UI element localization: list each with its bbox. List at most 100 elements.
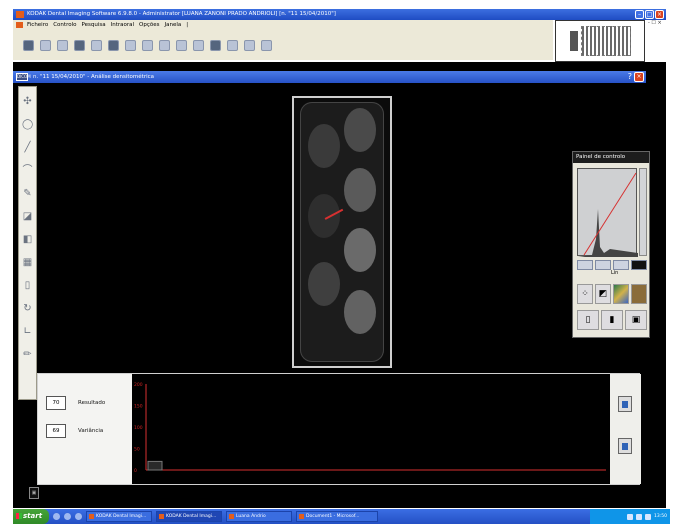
menu-item-ficheiro[interactable]: Ficheiro bbox=[27, 20, 48, 30]
control-panel-scrollbar[interactable] bbox=[639, 168, 647, 256]
graph-bar[interactable] bbox=[147, 460, 163, 471]
logo-badge-icon bbox=[580, 26, 631, 56]
menu-item-opcoes[interactable]: Opções bbox=[139, 20, 159, 30]
eraser-icon[interactable]: ▯ bbox=[22, 279, 33, 292]
ruler-icon[interactable]: ⌒ bbox=[22, 164, 33, 177]
layout-icon[interactable] bbox=[57, 39, 68, 51]
view-mode-2-icon[interactable]: ▮ bbox=[601, 310, 623, 330]
color-picker-icon[interactable]: ◧ bbox=[22, 233, 33, 246]
print-icon[interactable] bbox=[125, 39, 136, 51]
result-value: 70 bbox=[46, 396, 66, 410]
view-mode-3-icon[interactable]: ▣ bbox=[625, 310, 647, 330]
external-window-controls[interactable]: - ☐ × bbox=[648, 20, 668, 34]
brush-icon[interactable]: ╱ bbox=[22, 141, 33, 154]
angle-icon[interactable]: ∟ bbox=[22, 325, 33, 338]
logo-seal-icon bbox=[569, 31, 578, 51]
scanner-icon[interactable] bbox=[74, 39, 85, 51]
density-graph-svg: 200 150 100 50 0 bbox=[134, 382, 606, 474]
menu-item-controlo[interactable]: Controlo bbox=[53, 20, 76, 30]
quicklaunch-desktop-icon[interactable] bbox=[75, 513, 82, 520]
graph-y-tick-label: 200 bbox=[134, 382, 143, 388]
tray-network-icon[interactable] bbox=[627, 513, 634, 520]
home-icon[interactable] bbox=[108, 39, 119, 51]
taskbar-task[interactable]: Luana Andrio bbox=[226, 511, 292, 522]
density-disc[interactable] bbox=[308, 194, 340, 238]
slot4-icon[interactable] bbox=[193, 39, 204, 51]
taskbar-task[interactable]: KODAK Dental Imagi... bbox=[86, 511, 152, 522]
lut-buttons-row bbox=[577, 260, 647, 270]
export-button[interactable] bbox=[618, 396, 632, 412]
density-disc[interactable] bbox=[308, 262, 340, 306]
slot1-icon[interactable] bbox=[142, 39, 153, 51]
grid-icon[interactable]: ▦ bbox=[22, 256, 33, 269]
sync-icon[interactable] bbox=[40, 39, 51, 51]
histogram[interactable] bbox=[577, 168, 638, 257]
menu-item-janela[interactable]: Janela bbox=[164, 20, 181, 30]
lut-curve[interactable] bbox=[583, 172, 637, 256]
window-toggle-button[interactable]: ▣ bbox=[29, 487, 39, 499]
xray-image[interactable] bbox=[292, 96, 392, 368]
clinic-logo bbox=[555, 20, 645, 62]
quicklaunch-browser-icon[interactable] bbox=[53, 513, 60, 520]
stack-icon[interactable] bbox=[91, 39, 102, 51]
dicom-icon: DICOM bbox=[16, 73, 31, 81]
menu-item-intraoral[interactable]: Intraoral bbox=[111, 20, 134, 30]
sharpen-icon[interactable]: ⁘ bbox=[577, 284, 593, 304]
maximize-button[interactable]: □ bbox=[645, 10, 654, 19]
view-mode-1-icon[interactable]: ▯ bbox=[577, 310, 599, 330]
lut-button[interactable] bbox=[613, 260, 629, 270]
lut-button[interactable] bbox=[631, 260, 647, 270]
menu-item-pesquisa[interactable]: Pesquisa bbox=[81, 20, 105, 30]
filter-buttons-row: ⁘ ◩ bbox=[577, 284, 647, 304]
quicklaunch-media-icon[interactable] bbox=[64, 513, 71, 520]
start-button[interactable]: start bbox=[13, 509, 49, 524]
slot3-icon[interactable] bbox=[176, 39, 187, 51]
help-button[interactable]: ? bbox=[628, 72, 632, 82]
tray-volume-icon[interactable] bbox=[636, 513, 643, 520]
density-disc[interactable] bbox=[344, 168, 376, 212]
variance-label: Variância bbox=[78, 428, 104, 434]
pencil-icon[interactable]: ✏ bbox=[22, 348, 33, 361]
density-disc[interactable] bbox=[344, 108, 376, 152]
texture-icon[interactable] bbox=[631, 284, 647, 304]
left-toolbar: ✣ ◯ ╱ ⌒ ✎ ◪ ◧ ▦ ▯ ↻ ∟ ✏ bbox=[18, 86, 37, 400]
lut-button[interactable] bbox=[577, 260, 593, 270]
taskbar-task-active[interactable]: KODAK Dental Imagi... bbox=[156, 511, 222, 522]
graph-y-tick-label: 100 bbox=[134, 425, 143, 431]
open-icon[interactable] bbox=[23, 39, 34, 51]
contrast-icon[interactable]: ◩ bbox=[595, 284, 611, 304]
graph-y-tick-label: 150 bbox=[134, 404, 143, 410]
rotate-icon[interactable]: ↻ bbox=[22, 302, 33, 315]
pin2-icon[interactable] bbox=[244, 39, 255, 51]
menu-bar: Ficheiro Controlo Pesquisa Intraoral Opç… bbox=[13, 20, 553, 30]
pin-icon[interactable] bbox=[227, 39, 238, 51]
graph-y-tick-label: 0 bbox=[134, 468, 137, 474]
control-panel: Painel de controlo Lin ⁘ ◩ ▯ ▮ ▣ bbox=[572, 151, 650, 338]
density-disc[interactable] bbox=[308, 124, 340, 168]
child-close-button[interactable]: × bbox=[634, 72, 644, 82]
pen-icon[interactable]: ✎ bbox=[22, 187, 33, 200]
palette-icon[interactable] bbox=[613, 284, 629, 304]
pan-icon[interactable]: ✣ bbox=[22, 95, 33, 108]
child-window-title-bar[interactable]: DICOM n. "11 15/04/2010" - Análise densi… bbox=[13, 71, 646, 83]
window-icon[interactable] bbox=[261, 39, 272, 51]
graph-y-tick-label: 50 bbox=[134, 447, 140, 453]
disk-icon[interactable] bbox=[210, 39, 221, 51]
document-icon bbox=[16, 22, 23, 28]
histogram-svg bbox=[578, 172, 638, 257]
slot2-icon[interactable] bbox=[159, 39, 170, 51]
app-title-bar[interactable]: KODAK Dental Imaging Software 6.9.8.0 - … bbox=[13, 9, 666, 20]
minimize-button[interactable]: – bbox=[635, 10, 644, 19]
export-button-2[interactable] bbox=[618, 438, 632, 454]
density-disc[interactable] bbox=[344, 228, 376, 272]
system-tray: 13:50 bbox=[590, 509, 670, 524]
density-disc[interactable] bbox=[344, 290, 376, 334]
measure-icon[interactable]: ◪ bbox=[22, 210, 33, 223]
circle-icon[interactable]: ◯ bbox=[22, 118, 33, 131]
tray-antivirus-icon[interactable] bbox=[645, 513, 652, 520]
density-graph: 200 150 100 50 0 bbox=[132, 374, 610, 484]
taskbar-task[interactable]: Document1 - Microsof... bbox=[296, 511, 378, 522]
close-button[interactable]: × bbox=[655, 10, 664, 19]
lut-button[interactable] bbox=[595, 260, 611, 270]
variance-value: 69 bbox=[46, 424, 66, 438]
